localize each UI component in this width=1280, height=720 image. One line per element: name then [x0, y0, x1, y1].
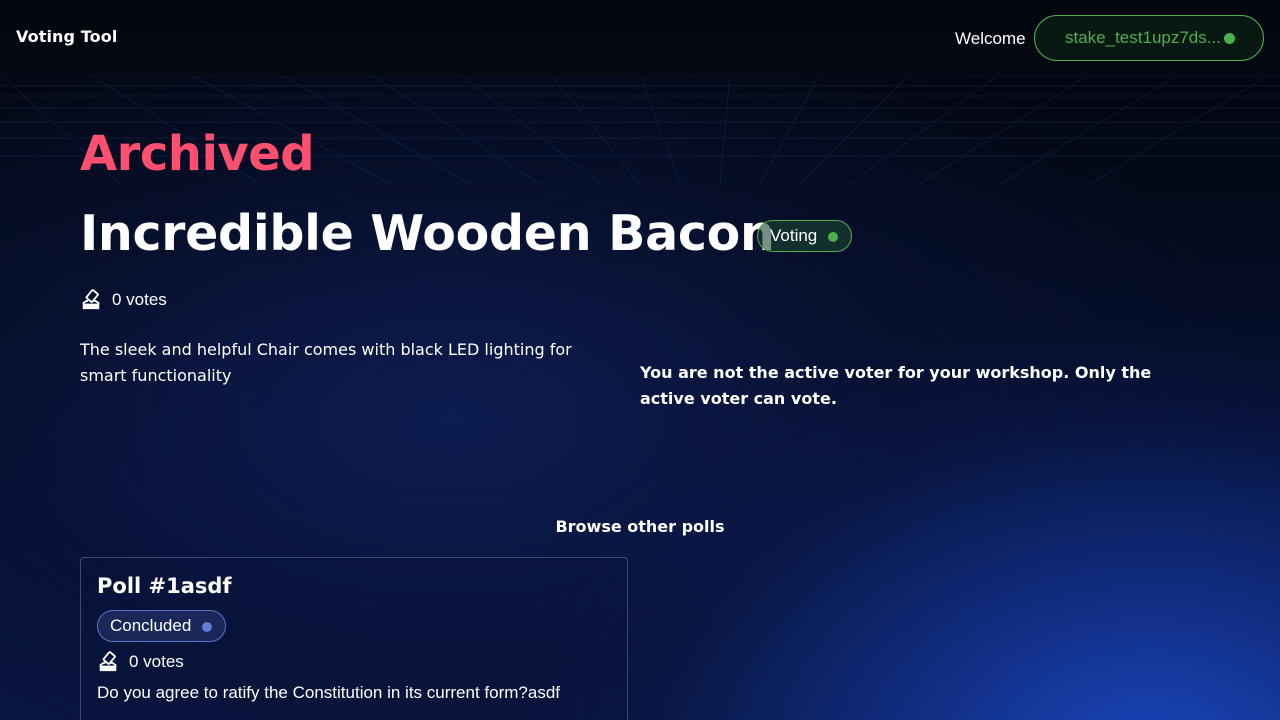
status-dot-icon — [202, 622, 212, 632]
status-dot-icon — [828, 232, 838, 242]
poll-card-status-label: Concluded — [110, 616, 192, 635]
top-bar: Voting Tool Welcome stake_test1upz7ds... — [0, 0, 1280, 76]
app-title[interactable]: Voting Tool — [16, 27, 117, 46]
poll-title: Incredible Wooden Bacon — [80, 205, 775, 262]
poll-card-votes-count: 0 votes — [129, 652, 184, 671]
poll-card-question: Do you agree to ratify the Constitution … — [97, 683, 561, 702]
poll-votes: 0 votes — [80, 289, 167, 311]
wallet-address-label: stake_test1upz7ds... — [1065, 28, 1221, 47]
poll-votes-count: 0 votes — [112, 290, 167, 309]
wallet-status-dot-icon — [1224, 33, 1235, 44]
ballot-box-icon — [82, 289, 100, 310]
poll-status-label: Voting — [770, 226, 818, 245]
poll-card-title[interactable]: Poll #1asdf — [97, 574, 232, 598]
poll-card-status-badge: Concluded — [97, 610, 226, 642]
ballot-box-icon — [99, 651, 117, 672]
welcome-label: Welcome — [955, 29, 1026, 48]
poll-status-badge: Voting — [757, 220, 852, 252]
poll-description: The sleek and helpful Chair comes with b… — [80, 340, 572, 385]
voter-notice: You are not the active voter for your wo… — [640, 363, 1152, 408]
archived-label: Archived — [80, 126, 315, 182]
browse-polls-heading: Browse other polls — [555, 517, 725, 536]
poll-card-votes: 0 votes — [97, 651, 184, 673]
wallet-address-button[interactable]: stake_test1upz7ds... — [1034, 15, 1264, 61]
